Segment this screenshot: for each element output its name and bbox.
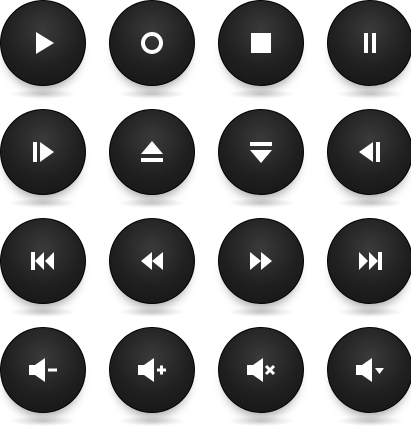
eject-button[interactable]	[109, 109, 195, 208]
volume-down-button[interactable]	[0, 327, 86, 426]
rewind-icon	[136, 245, 168, 277]
volume-mute-button[interactable]	[218, 327, 304, 426]
step-forward-button[interactable]	[0, 109, 86, 208]
skip-to-end-icon	[354, 245, 386, 277]
stop-button[interactable]	[218, 0, 304, 99]
rewind-button[interactable]	[109, 218, 195, 317]
volume-menu-icon	[354, 354, 386, 386]
media-button-grid	[0, 0, 411, 426]
fast-forward-button[interactable]	[218, 218, 304, 317]
skip-to-end-button[interactable]	[327, 218, 411, 317]
record-icon	[136, 27, 168, 59]
volume-menu-button[interactable]	[327, 327, 411, 426]
eject-down-button[interactable]	[218, 109, 304, 208]
record-button[interactable]	[109, 0, 195, 99]
step-back-button[interactable]	[327, 109, 411, 208]
step-back-icon	[354, 136, 386, 168]
skip-to-start-icon	[27, 245, 59, 277]
stop-icon	[245, 27, 277, 59]
eject-down-icon	[245, 136, 277, 168]
skip-to-start-button[interactable]	[0, 218, 86, 317]
step-forward-icon	[27, 136, 59, 168]
play-icon	[27, 27, 59, 59]
volume-up-button[interactable]	[109, 327, 195, 426]
pause-button[interactable]	[327, 0, 411, 99]
volume-down-icon	[27, 354, 59, 386]
volume-mute-icon	[245, 354, 277, 386]
pause-icon	[354, 27, 386, 59]
play-button[interactable]	[0, 0, 86, 99]
eject-icon	[136, 136, 168, 168]
volume-up-icon	[136, 354, 168, 386]
fast-forward-icon	[245, 245, 277, 277]
